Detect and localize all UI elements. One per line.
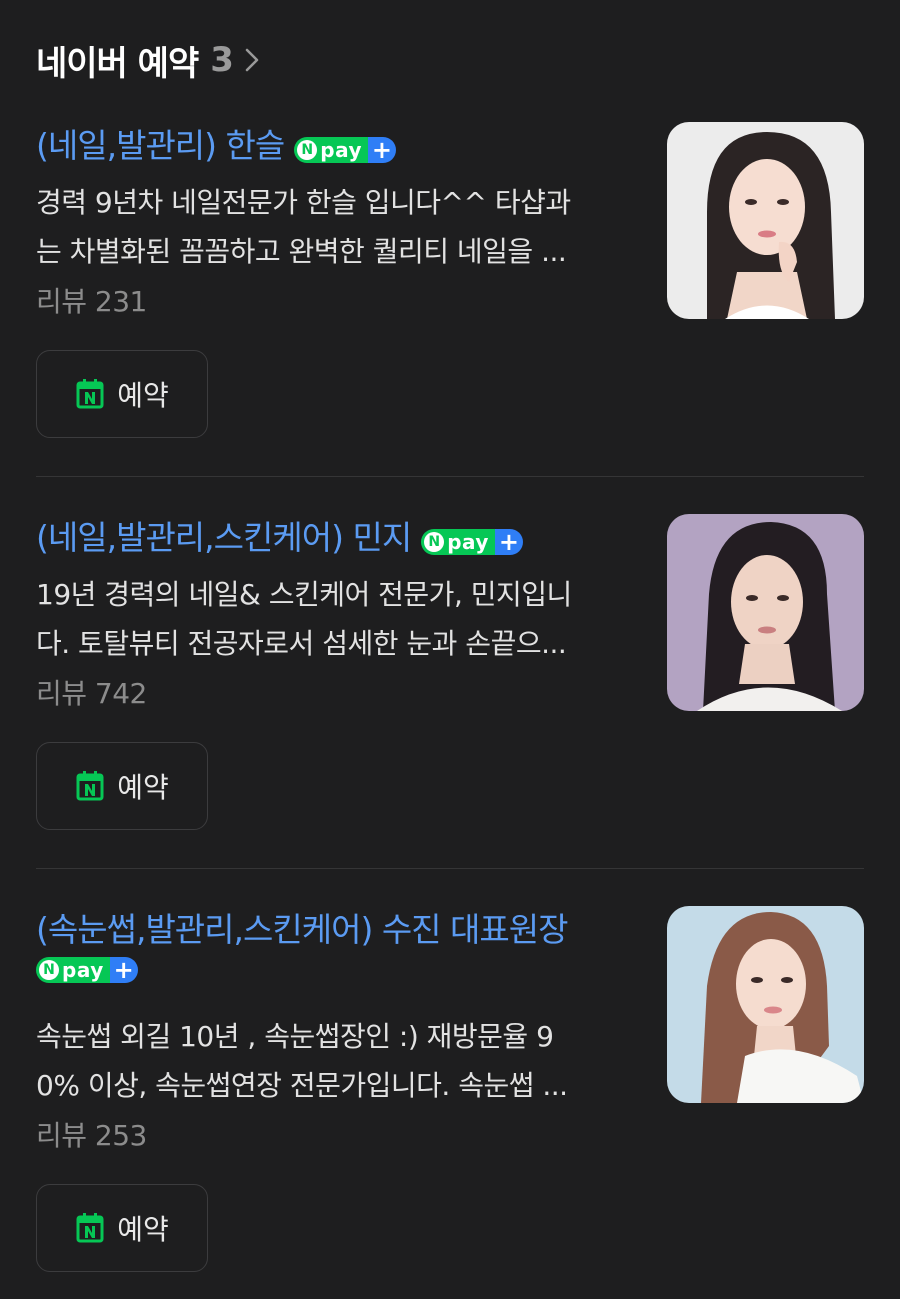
- naver-calendar-icon: [76, 379, 104, 409]
- npay-plus-badge: Npay +: [421, 528, 523, 555]
- woman-portrait-thumbnail[interactable]: [667, 906, 864, 1103]
- naver-n-icon: N: [424, 531, 445, 552]
- woman-portrait-thumbnail[interactable]: [667, 514, 864, 711]
- divider: [36, 868, 864, 869]
- listing-card[interactable]: (네일,발관리,스킨케어) 민지 Npay + 19년 경력의 네일& 스킨케어 …: [36, 514, 864, 834]
- listing-description: 속눈썹 외길 10년 , 속눈썹장인 :) 재방문율 9 0% 이상, 속눈썹연…: [36, 1020, 568, 1102]
- reserve-button[interactable]: 예약: [36, 1184, 208, 1272]
- reserve-button-label: 예약: [117, 1213, 169, 1246]
- woman-portrait-thumbnail[interactable]: [667, 122, 864, 319]
- section-title: 네이버 예약: [36, 43, 199, 84]
- plus-icon: +: [109, 957, 138, 983]
- review-count: 리뷰 253: [36, 1119, 147, 1152]
- listing-title-link[interactable]: (네일,발관리) 한슬: [36, 126, 285, 165]
- listing-card[interactable]: (네일,발관리) 한슬 Npay + 경력 9년차 네일전문가 한슬 입니다^^ …: [36, 122, 864, 442]
- divider: [36, 476, 864, 477]
- review-count: 리뷰 231: [36, 285, 147, 318]
- npay-plus-badge: Npay +: [36, 957, 138, 983]
- review-count: 리뷰 742: [36, 677, 147, 710]
- listing-title-link[interactable]: (속눈썹,발관리,스킨케어) 수진 대표원장: [36, 906, 636, 954]
- chevron-right-icon[interactable]: [242, 45, 262, 75]
- npay-plus-badge: Npay +: [294, 136, 396, 163]
- plus-icon: +: [367, 136, 396, 163]
- naver-calendar-icon: [76, 1213, 104, 1243]
- naver-n-icon: N: [39, 960, 59, 980]
- listing-title-link[interactable]: (네일,발관리,스킨케어) 민지: [36, 518, 412, 557]
- listing-card[interactable]: (속눈썹,발관리,스킨케어) 수진 대표원장 Npay + 속눈썹 외길 10년 …: [36, 906, 864, 1276]
- reserve-button-label: 예약: [117, 379, 169, 412]
- reserve-button[interactable]: 예약: [36, 350, 208, 438]
- reserve-button[interactable]: 예약: [36, 742, 208, 830]
- result-count: 3: [210, 40, 234, 80]
- reserve-button-label: 예약: [117, 771, 169, 804]
- listing-description: 19년 경력의 네일& 스킨케어 전문가, 민지입니 다. 토탈뷰티 전공자로서…: [36, 578, 572, 660]
- listing-description: 경력 9년차 네일전문가 한슬 입니다^^ 타샵과 는 차별화된 꼼꼼하고 완벽…: [36, 186, 571, 268]
- naver-calendar-icon: [76, 771, 104, 801]
- section-header[interactable]: 네이버 예약 3: [36, 34, 262, 86]
- naver-n-icon: N: [297, 139, 318, 160]
- plus-icon: +: [494, 528, 523, 555]
